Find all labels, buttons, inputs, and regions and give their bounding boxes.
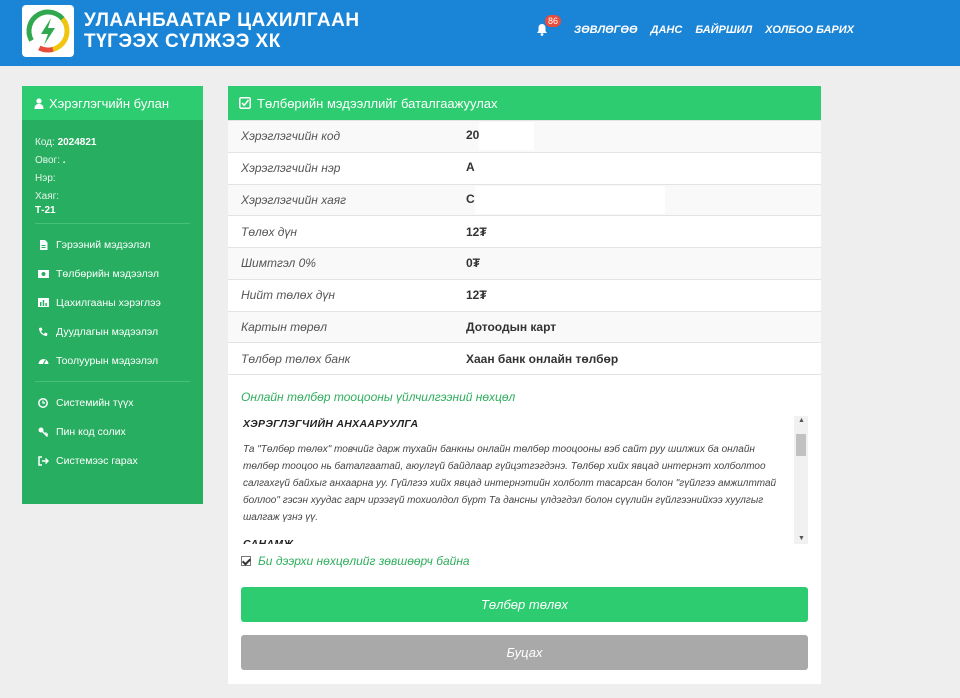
row-label: Хэрэглэгчийн код bbox=[228, 120, 466, 153]
row-value: Дотоодын карт bbox=[466, 310, 821, 343]
chart-icon bbox=[37, 298, 49, 307]
row-label: Шимтгэл 0% bbox=[228, 247, 466, 280]
row-value: 12₮ bbox=[466, 278, 821, 311]
logo-icon bbox=[26, 9, 70, 53]
user-sidebar: Хэрэглэгчийн булан Код: 2024821 Овог: . … bbox=[22, 86, 203, 504]
company-name: УЛААНБААТАР ЦАХИЛГААН ТҮГЭЭХ СҮЛЖЭЭ ХК bbox=[84, 10, 360, 52]
cancel-button[interactable]: Буцах bbox=[241, 635, 808, 670]
checkbox-checked-icon bbox=[239, 97, 251, 109]
row-label: Хэрэглэгчийн хаяг bbox=[228, 183, 466, 216]
table-row: Хэрэглэгчийн хаяг С bbox=[228, 183, 821, 216]
sidebar-item-label: Тоолуурын мэдээлэл bbox=[56, 354, 159, 367]
row-value-cell: А bbox=[466, 151, 821, 184]
nav-accounts[interactable]: ДАНС bbox=[651, 24, 683, 36]
terms-title: Онлайн төлбөр тооцооны үйлчилгээний нөхц… bbox=[241, 390, 516, 404]
nav-contact[interactable]: ХОЛБОО БАРИХ bbox=[765, 24, 854, 36]
sidebar-item-payment[interactable]: Төлбөрийн мэдээлэл bbox=[22, 259, 203, 288]
sidebar-item-calls[interactable]: Дуудлагын мэдээлэл bbox=[22, 317, 203, 346]
sidebar-title: Хэрэглэгчийн булан bbox=[49, 95, 170, 111]
redacted-area bbox=[479, 122, 535, 151]
terms-scroll-box[interactable]: ХЭРЭГЛЭГЧИЙН АНХААРУУЛГА Та "Төлбөр төлө… bbox=[241, 416, 808, 544]
table-row: Хэрэглэгчийн код 20 bbox=[228, 120, 821, 153]
scroll-up-arrow-icon[interactable]: ▲ bbox=[798, 417, 805, 424]
sidebar-item-contract[interactable]: Гэрээний мэдээлэл bbox=[22, 230, 203, 259]
payment-info-table: Хэрэглэгчийн код 20 Хэрэглэгчийн нэр А Х… bbox=[228, 120, 821, 375]
dashboard-icon bbox=[37, 356, 49, 365]
top-header: УЛААНБААТАР ЦАХИЛГААН ТҮГЭЭХ СҮЛЖЭЭ ХК 8… bbox=[0, 0, 960, 66]
top-nav: 86 ЗӨВЛӨГӨӨ ДАНС БАЙРШИЛ ХОЛБОО БАРИХ bbox=[536, 15, 867, 38]
sidebar-item-meter[interactable]: Тоолуурын мэдээлэл bbox=[22, 346, 203, 375]
sidebar-item-usage[interactable]: Цахилгааны хэрэглээ bbox=[22, 288, 203, 317]
info-name: Нэр: bbox=[35, 173, 56, 184]
brand-line-1: УЛААНБААТАР ЦАХИЛГААН bbox=[84, 10, 360, 31]
terms-heading-warning: ХЭРЭГЛЭГЧИЙН АНХААРУУЛГА bbox=[243, 418, 419, 430]
terms-content: ХЭРЭГЛЭГЧИЙН АНХААРУУЛГА Та "Төлбөр төлө… bbox=[241, 416, 786, 544]
scroll-down-arrow-icon[interactable]: ▼ bbox=[798, 535, 805, 542]
sidebar-item-label: Пин код солих bbox=[56, 425, 126, 438]
scrollbar-thumb[interactable] bbox=[796, 434, 806, 456]
table-row: Шимтгэл 0% 0₮ bbox=[228, 247, 821, 280]
brand-line-2: ТҮГЭЭХ СҮЛЖЭЭ ХК bbox=[84, 31, 281, 52]
sidebar-item-label: Дуудлагын мэдээлэл bbox=[56, 325, 159, 338]
sidebar-item-history[interactable]: Системийн түүх bbox=[22, 388, 203, 417]
info-code: Код: 2024821 bbox=[35, 137, 97, 148]
agree-terms[interactable]: Би дээрхи нөхцөлийг зөвшөөрч байна bbox=[241, 554, 470, 568]
sidebar-menu-primary: Гэрээний мэдээлэл Төлбөрийн мэдээлэл Цах… bbox=[22, 224, 203, 381]
row-value: А bbox=[466, 160, 475, 175]
sidebar-item-label: Гэрээний мэдээлэл bbox=[56, 238, 151, 251]
sidebar-menu-secondary: Системийн түүх Пин код солих Системээс г… bbox=[22, 382, 203, 481]
sidebar-header: Хэрэглэгчийн булан bbox=[22, 86, 203, 120]
table-row: Төлбөр төлөх банк Хаан банк онлайн төлбө… bbox=[228, 342, 821, 375]
agree-checkbox[interactable] bbox=[241, 556, 251, 566]
terms-paragraph: Та "Төлбөр төлөх" товчийг дарж тухайн ба… bbox=[243, 444, 777, 523]
row-label: Картын төрөл bbox=[228, 310, 466, 343]
notification-count-badge: 86 bbox=[545, 15, 562, 27]
row-label: Хэрэглэгчийн нэр bbox=[228, 151, 466, 184]
redacted-area bbox=[474, 154, 545, 183]
row-value: С bbox=[466, 192, 475, 207]
money-icon bbox=[37, 269, 49, 278]
table-row: Картын төрөл Дотоодын карт bbox=[228, 310, 821, 343]
terms-scrollbar[interactable]: ▲ ▼ bbox=[794, 416, 808, 544]
sidebar-item-change-pin[interactable]: Пин код солих bbox=[22, 417, 203, 446]
row-value: 20 bbox=[466, 128, 480, 143]
nav-advice[interactable]: ЗӨВЛӨГӨӨ bbox=[574, 24, 638, 36]
panel-header: Төлбөрийн мэдээллийг баталгаажуулах bbox=[228, 86, 821, 120]
table-row: Төлөх дүн 12₮ bbox=[228, 215, 821, 248]
sidebar-item-label: Системээс гарах bbox=[56, 454, 138, 467]
sidebar-item-label: Төлбөрийн мэдээлэл bbox=[56, 267, 159, 280]
row-value-cell: 20 bbox=[466, 120, 821, 153]
user-info: Код: 2024821 Овог: . Нэр: Хаяг: Т-21 bbox=[22, 120, 203, 223]
row-label: Төлбөр төлөх банк bbox=[228, 342, 466, 375]
row-value: 12₮ bbox=[466, 215, 821, 248]
row-label: Төлөх дүн bbox=[228, 215, 466, 248]
key-icon bbox=[37, 427, 49, 437]
row-value: 0₮ bbox=[466, 247, 821, 280]
notification-bell[interactable]: 86 bbox=[536, 15, 562, 38]
sidebar-item-logout[interactable]: Системээс гарах bbox=[22, 446, 203, 475]
clock-icon bbox=[37, 397, 49, 408]
table-row: Хэрэглэгчийн нэр А bbox=[228, 151, 821, 184]
panel-title: Төлбөрийн мэдээллийг баталгаажуулах bbox=[257, 95, 498, 111]
terms-heading-note: САНАМЖ bbox=[243, 538, 294, 544]
nav-location[interactable]: БАЙРШИЛ bbox=[695, 24, 752, 36]
row-label: Нийт төлөх дүн bbox=[228, 278, 466, 311]
logout-icon bbox=[37, 455, 49, 466]
info-surname: Овог: . bbox=[35, 155, 66, 166]
sidebar-item-label: Цахилгааны хэрэглээ bbox=[56, 296, 161, 309]
table-row: Нийт төлөх дүн 12₮ bbox=[228, 278, 821, 311]
user-icon bbox=[34, 97, 44, 109]
info-address: Хаяг: Т-21 bbox=[35, 191, 60, 216]
payment-confirm-panel: Төлбөрийн мэдээллийг баталгаажуулах Хэрэ… bbox=[228, 86, 821, 684]
pay-button[interactable]: Төлбөр төлөх bbox=[241, 587, 808, 622]
phone-icon bbox=[37, 327, 49, 337]
redacted-area bbox=[474, 185, 665, 214]
agree-label[interactable]: Би дээрхи нөхцөлийг зөвшөөрч байна bbox=[258, 554, 470, 568]
row-value: Хаан банк онлайн төлбөр bbox=[466, 342, 821, 375]
company-logo[interactable] bbox=[22, 5, 74, 57]
row-value-cell: С bbox=[466, 183, 821, 216]
document-icon bbox=[37, 239, 49, 250]
sidebar-item-label: Системийн түүх bbox=[56, 396, 134, 409]
